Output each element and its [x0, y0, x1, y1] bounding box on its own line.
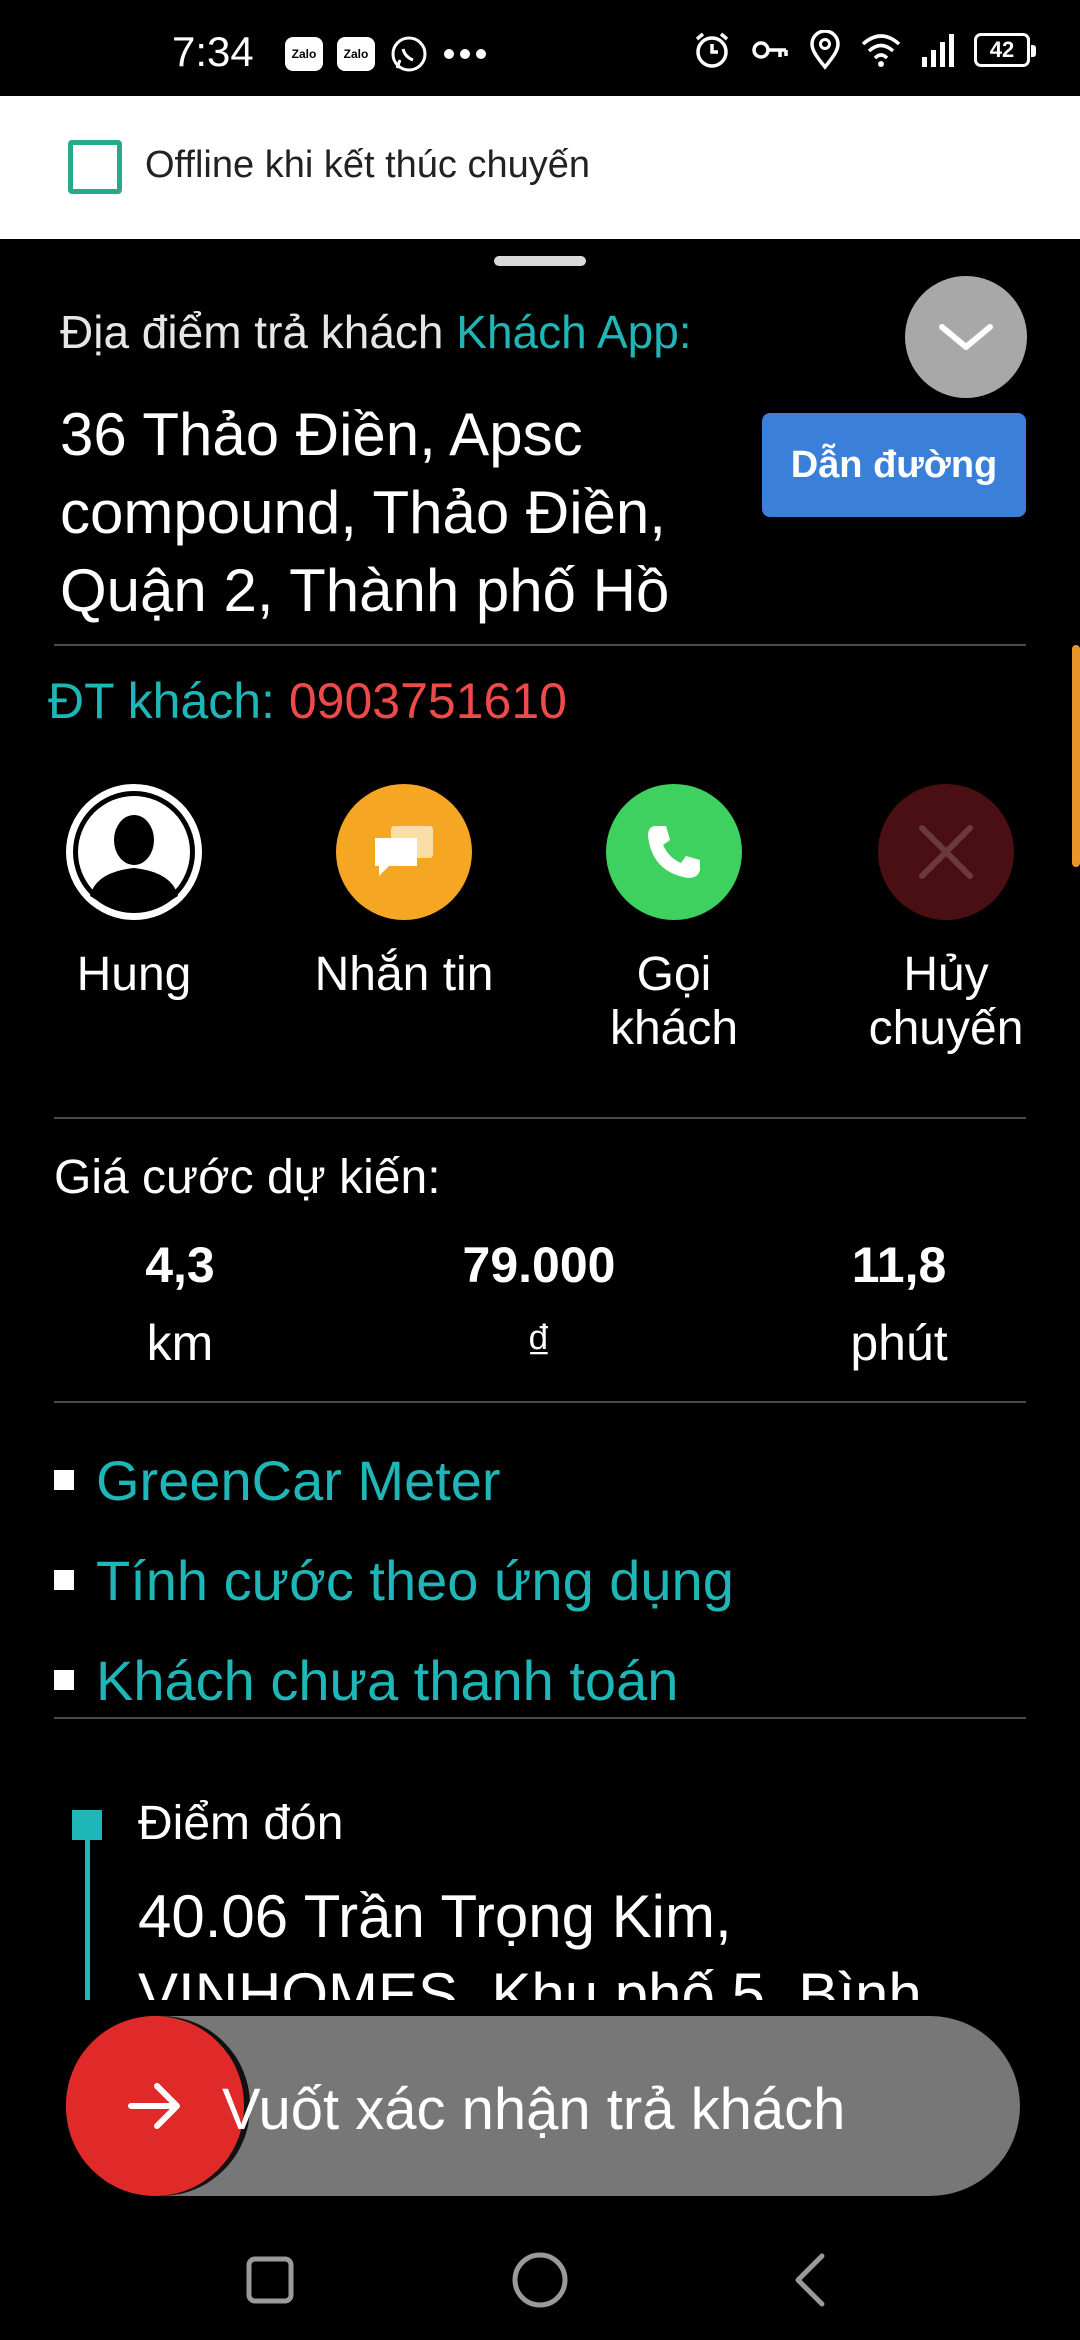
pickup-address: 40.06 Trần Trọng Kim, VINHOMES, Khu phố …: [138, 1883, 922, 2000]
divider: [54, 1117, 1026, 1119]
bullet-icon: [54, 1670, 74, 1690]
offline-checkbox[interactable]: [68, 140, 122, 194]
scrollbar[interactable]: [1072, 645, 1080, 867]
person-icon: [68, 786, 200, 918]
distance-unit: km: [146, 1315, 214, 1371]
distance-value: 4,3: [145, 1237, 215, 1293]
alarm-icon: [695, 32, 729, 68]
fare-duration: 11,8 phút: [749, 1236, 1049, 1372]
more-icon: [444, 49, 486, 59]
navigate-button[interactable]: Dẫn đường: [762, 413, 1026, 517]
message-button[interactable]: [336, 784, 472, 920]
customer-phone-label: ĐT khách:: [48, 673, 275, 729]
offline-option-bar[interactable]: Offline khi kết thúc chuyến: [0, 96, 1080, 239]
price-value: 79.000: [462, 1237, 616, 1293]
tag-app-fare: Tính cước theo ứng dụng: [96, 1548, 734, 1612]
avatar[interactable]: [66, 784, 202, 920]
back-button[interactable]: [770, 2240, 850, 2320]
cancel-label: Hủy chuyến: [868, 948, 1024, 1055]
fare-title: Giá cước dự kiến:: [54, 1151, 441, 1204]
arrow-right-icon: [128, 2083, 180, 2129]
tag-meter: GreenCar Meter: [96, 1448, 501, 1512]
chevron-down-icon: [939, 324, 993, 350]
list-item: Khách chưa thanh toán: [54, 1630, 734, 1730]
offline-label: Offline khi kết thúc chuyến: [145, 144, 590, 186]
location-icon: [810, 30, 840, 70]
fare-price: 79.000 ₫: [389, 1236, 689, 1372]
recents-button[interactable]: [230, 2240, 310, 2320]
close-icon: [919, 825, 973, 879]
list-item: GreenCar Meter: [54, 1430, 734, 1530]
divider: [54, 1401, 1026, 1403]
bullet-icon: [54, 1470, 74, 1490]
message-action[interactable]: Nhắn tin: [304, 784, 504, 1002]
confirm-dropoff-slider[interactable]: Vuốt xác nhận trả khách: [66, 2016, 1020, 2196]
fare-distance: 4,3 km: [30, 1236, 330, 1372]
cancel-trip-action[interactable]: Hủy chuyến: [846, 784, 1046, 1056]
duration-value: 11,8: [851, 1237, 947, 1293]
divider: [54, 644, 1026, 646]
customer-name: Hung: [76, 948, 192, 1001]
slider-label: Vuốt xác nhận trả khách: [222, 2077, 846, 2142]
dropoff-label-prefix: Địa điểm trả khách: [60, 306, 444, 358]
customer-phone-number[interactable]: 0903751610: [289, 673, 567, 729]
whatsapp-icon: [391, 36, 427, 72]
route-line: [85, 1840, 90, 2000]
recents-icon: [246, 2256, 294, 2304]
status-time: 7:34: [172, 28, 254, 75]
pickup-section: Điểm đón 40.06 Trần Trọng Kim, VINHOMES,…: [0, 1760, 1080, 2000]
customer-profile-action[interactable]: Hung: [34, 784, 234, 1002]
system-icons: 42: [692, 30, 1036, 70]
price-unit: ₫: [526, 1315, 552, 1371]
signal-icon: [922, 34, 954, 67]
home-icon: [512, 2252, 568, 2308]
call-label: Gọi khách: [609, 948, 739, 1055]
trip-tags: GreenCar Meter Tính cước theo ứng dụng K…: [54, 1430, 734, 1730]
list-item: Tính cước theo ứng dụng: [54, 1530, 734, 1630]
vpn-key-icon: [752, 41, 788, 59]
cancel-button[interactable]: [878, 784, 1014, 920]
dropoff-label-accent: Khách App:: [456, 306, 692, 358]
phone-icon: [648, 826, 700, 878]
call-action[interactable]: Gọi khách: [574, 784, 774, 1056]
customer-phone-row: ĐT khách: 0903751610: [48, 672, 567, 730]
system-nav-bar: [0, 2220, 1080, 2340]
status-bar: 7:34 Zalo Zalo 42: [0, 0, 1080, 96]
notification-icons: Zalo Zalo: [285, 34, 487, 74]
duration-unit: phút: [850, 1315, 948, 1371]
home-button[interactable]: [500, 2240, 580, 2320]
collapse-button[interactable]: [905, 276, 1027, 398]
tag-payment-status: Khách chưa thanh toán: [96, 1648, 679, 1712]
bullet-icon: [54, 1570, 74, 1590]
battery-icon: 42: [974, 33, 1036, 67]
divider: [54, 1717, 1026, 1719]
dropoff-address: 36 Thảo Điền, Apsc compound, Thảo Điền, …: [60, 401, 670, 624]
sheet-drag-handle[interactable]: [494, 256, 586, 266]
pickup-label: Điểm đón: [138, 1797, 344, 1850]
dropoff-label: Địa điểm trả khách Khách App:: [60, 305, 692, 359]
message-label: Nhắn tin: [314, 948, 494, 1001]
back-icon: [795, 2253, 825, 2307]
zalo-icon: Zalo: [337, 37, 375, 71]
pickup-marker-icon: [72, 1810, 102, 1840]
zalo-icon: Zalo: [285, 37, 323, 71]
call-button[interactable]: [606, 784, 742, 920]
message-icon: [375, 826, 433, 876]
slider-knob[interactable]: [66, 2016, 244, 2196]
wifi-icon: [861, 34, 901, 67]
